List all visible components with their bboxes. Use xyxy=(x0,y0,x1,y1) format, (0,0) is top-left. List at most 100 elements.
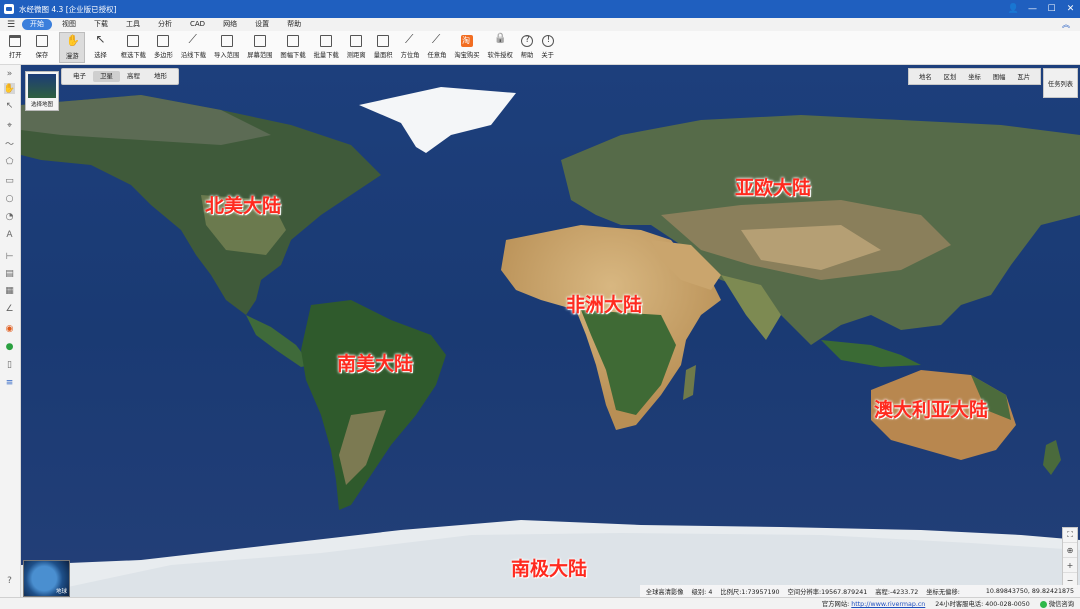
batch-icon xyxy=(320,35,333,47)
angle-tool-icon[interactable]: ∠ xyxy=(4,303,15,314)
polygon-tool-icon[interactable]: ⬠ xyxy=(4,156,15,167)
sector-tool-icon[interactable]: ◔ xyxy=(4,211,15,222)
south-america-label: 南美大陆 xyxy=(337,353,414,375)
menu-settings[interactable]: 设置 xyxy=(247,19,277,30)
doc-tool-icon[interactable]: ▯ xyxy=(4,359,15,370)
screen-range-button[interactable]: 屏幕范围 xyxy=(244,32,275,63)
select-tool-icon[interactable]: ↖ xyxy=(4,100,15,111)
status-bar: 官方网站: http://www.rivermap.cn 24小时客服电话: 4… xyxy=(0,597,1080,609)
hamburger-menu-icon[interactable]: ☰ xyxy=(0,20,22,30)
import-range-button[interactable]: 导入范围 xyxy=(211,32,242,63)
globe-view-thumbnail[interactable]: 地球 xyxy=(23,560,70,597)
help-button[interactable]: 帮助 xyxy=(518,32,537,63)
taobao-buy-button[interactable]: 淘宝购买 xyxy=(451,32,482,63)
import-icon xyxy=(220,35,233,47)
layer-name: 全球高清影像 xyxy=(645,588,684,596)
hand-icon xyxy=(66,34,80,48)
azimuth-icon xyxy=(404,32,416,47)
menu-network[interactable]: 网络 xyxy=(215,19,245,30)
overlay-sheets[interactable]: 图幅 xyxy=(987,72,1012,81)
circle-tool-icon[interactable]: ○ xyxy=(4,193,15,204)
save-button[interactable]: 保存 xyxy=(33,32,52,63)
earth-tool-icon[interactable]: ◉ xyxy=(4,323,15,334)
license-button[interactable]: 软件授权 xyxy=(485,32,516,63)
menu-analysis[interactable]: 分析 xyxy=(150,19,180,30)
check-tool-icon[interactable]: ● xyxy=(4,341,15,352)
antarctica-label: 南极大陆 xyxy=(511,558,588,580)
task-list-button[interactable]: 任务列表 xyxy=(1043,68,1078,98)
ruler-tool-icon[interactable]: ⊢ xyxy=(4,251,15,262)
area-tool-icon[interactable]: ▤ xyxy=(4,268,15,279)
taobao-icon xyxy=(460,35,473,47)
area-icon xyxy=(377,35,390,47)
polyline-tool-icon[interactable]: 〜 xyxy=(4,138,15,150)
website-link[interactable]: http://www.rivermap.cn xyxy=(851,601,925,608)
overlay-tiles[interactable]: 瓦片 xyxy=(1011,72,1036,81)
zoom-in-icon[interactable]: + xyxy=(1063,558,1077,573)
scale-value: 1:73957190 xyxy=(741,588,780,596)
overlay-districts[interactable]: 区划 xyxy=(938,72,963,81)
elevation-value: -4233.72 xyxy=(889,588,919,596)
azimuth-button[interactable]: 方位角 xyxy=(398,32,423,63)
map-info-bar: 全球高清影像 级别: 4 比例尺:1:73957190 空间分辨率:19567.… xyxy=(639,585,1080,597)
title-bar: 水经微图 4.3 [企业版已授权] 👤 — ☐ ✕ xyxy=(0,0,1080,18)
marker-tool-icon[interactable]: ⌖ xyxy=(4,120,15,131)
menu-bar: ☰ 开始 视图 下载 工具 分析 CAD 网络 设置 帮助 ︽ xyxy=(0,18,1080,31)
africa-label: 非洲大陆 xyxy=(566,294,643,316)
close-icon[interactable]: ✕ xyxy=(1061,0,1080,18)
menu-view[interactable]: 视图 xyxy=(54,19,84,30)
hotline: 24小时客服电话: 400-028-0050 xyxy=(935,601,1030,608)
wechat-contact[interactable]: 微信咨询 xyxy=(1039,599,1074,608)
minimize-icon[interactable]: — xyxy=(1023,0,1042,18)
window-title: 水经微图 4.3 [企业版已授权] xyxy=(19,4,117,14)
text-tool-icon[interactable]: A xyxy=(4,229,15,240)
menu-help[interactable]: 帮助 xyxy=(279,19,309,30)
toolbar: 打开 保存 漫游 选择 框选下载 多边形 沿线下载 导入范围 屏幕范围 图幅下载… xyxy=(0,31,1080,65)
select-button[interactable]: 选择 xyxy=(91,32,110,63)
layer-tool-icon[interactable]: ▦ xyxy=(4,285,15,296)
rect-download-button[interactable]: 框选下载 xyxy=(118,32,149,63)
fullscreen-icon[interactable]: ⛶ xyxy=(1063,528,1077,543)
line-download-button[interactable]: 沿线下载 xyxy=(178,32,209,63)
sheet-download-button[interactable]: 图幅下载 xyxy=(277,32,308,63)
overlay-place-names[interactable]: 地名 xyxy=(913,72,938,81)
pan-button[interactable]: 漫游 xyxy=(59,32,86,63)
locate-icon[interactable]: ⊕ xyxy=(1063,543,1077,558)
batch-download-button[interactable]: 批量下载 xyxy=(311,32,342,63)
tab-elevation[interactable]: 高程 xyxy=(120,71,147,82)
expand-sidebar-icon[interactable]: » xyxy=(4,68,15,79)
measure-area-button[interactable]: 量面积 xyxy=(371,32,396,63)
menu-cad[interactable]: CAD xyxy=(182,19,213,30)
tab-terrain[interactable]: 地形 xyxy=(147,71,174,82)
help-circle-icon[interactable]: ? xyxy=(4,575,15,586)
collapse-ribbon-icon[interactable]: ︽ xyxy=(1062,18,1070,31)
menu-tools[interactable]: 工具 xyxy=(118,19,148,30)
sdk-tool-icon[interactable]: ≡ xyxy=(4,377,15,388)
map-view[interactable]: 北美大陆 亚欧大陆 非洲大陆 南美大陆 澳大利亚大陆 南极大陆 选择地图 电子 … xyxy=(21,65,1080,597)
north-america-label: 北美大陆 xyxy=(205,195,282,217)
map-source-selector[interactable]: 选择地图 xyxy=(25,71,59,111)
about-button[interactable]: 关于 xyxy=(538,32,557,63)
menu-download[interactable]: 下载 xyxy=(86,19,116,30)
menu-start[interactable]: 开始 xyxy=(22,19,52,30)
wechat-icon xyxy=(1039,600,1047,608)
maximize-icon[interactable]: ☐ xyxy=(1042,0,1061,18)
pan-tool-icon[interactable]: ✋ xyxy=(4,83,15,94)
tab-electronic[interactable]: 电子 xyxy=(66,71,93,82)
australia-label: 澳大利亚大陆 xyxy=(874,399,989,421)
rectangle-tool-icon[interactable]: ▭ xyxy=(4,175,15,186)
window-controls: 👤 — ☐ ✕ xyxy=(1004,0,1080,18)
map-thumbnail xyxy=(28,74,56,98)
user-icon[interactable]: 👤 xyxy=(1004,0,1023,18)
any-angle-button[interactable]: 任意角 xyxy=(424,32,449,63)
save-icon xyxy=(35,35,48,47)
zoom-level: 4 xyxy=(708,588,713,596)
info-icon xyxy=(541,35,554,47)
screen-icon xyxy=(253,35,266,47)
open-button[interactable]: 打开 xyxy=(6,32,25,63)
polygon-button[interactable]: 多边形 xyxy=(151,32,176,63)
measure-distance-button[interactable]: 测距离 xyxy=(344,32,369,63)
tab-satellite[interactable]: 卫星 xyxy=(93,71,120,82)
overlay-coordinates[interactable]: 坐标 xyxy=(962,72,987,81)
polygon-icon xyxy=(157,35,170,47)
